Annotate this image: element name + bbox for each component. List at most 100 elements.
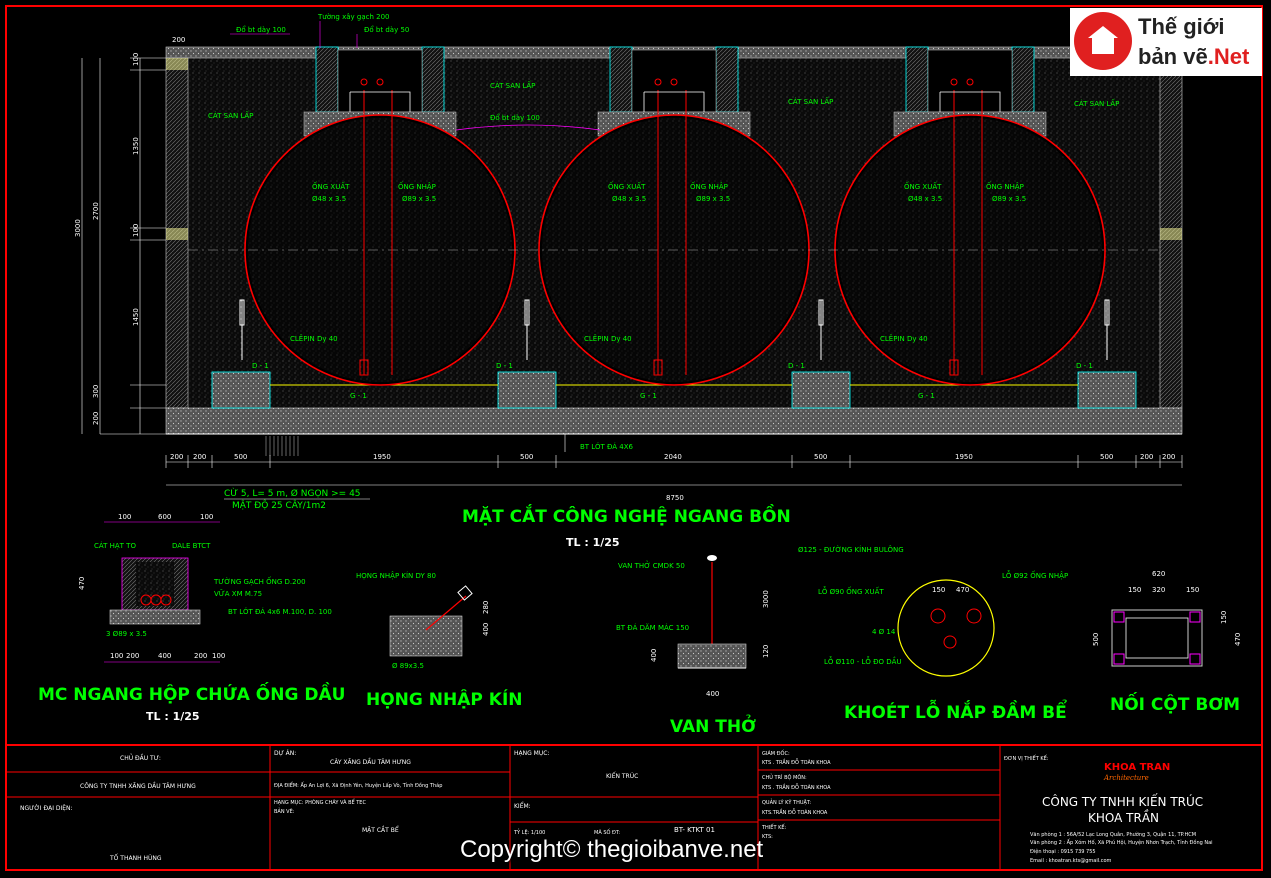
label-cat-3: CÁT SAN LẤP [788,96,833,106]
svg-text:120: 120 [762,645,770,658]
svg-text:Email : khoatran.kts@: Email : khoatran.kts@gmail.com [1030,858,1112,864]
cad-drawing-canvas[interactable]: Đổ bt dày 100 Tường xây gạch 200 Đổ bt d… [0,0,1271,878]
svg-text:Ø48 x 3.5: Ø48 x 3.5 [908,195,942,203]
svg-text:200: 200 [92,412,100,425]
svg-text:TỐ THANH HÙNG: TỐ THANH HÙNG [109,854,162,862]
svg-text:Văn phòng 2 : Ấp Xóm Hố, Xã Ph: Văn phòng 2 : Ấp Xóm Hố, Xã Phú Hội, Huy… [1030,838,1213,846]
svg-text:KHOA TRẦN: KHOA TRẦN [1088,809,1159,825]
label-cat-2: CÁT SAN LẤP [490,80,535,90]
svg-text:Ø48 x 3.5: Ø48 x 3.5 [312,195,346,203]
svg-text:1950: 1950 [373,453,391,461]
svg-text:Điện thoại : 0915 739 755: Điện thoại : 0915 739 755 [1030,848,1096,855]
svg-text:TỶ LỆ: 1/100: TỶ LỆ: 1/100 [513,828,545,836]
svg-text:200: 200 [194,652,207,660]
svg-text:3 Ø89 x 3.5: 3 Ø89 x 3.5 [106,630,147,638]
svg-text:CÁT HẠT TO: CÁT HẠT TO [94,541,136,550]
svg-text:600: 600 [158,513,171,521]
label-bt100: Đổ bt dày 100 [236,25,286,34]
svg-text:1950: 1950 [955,453,973,461]
svg-text:500: 500 [520,453,533,461]
detail-noi: 620 150 320 150 500 150 470 [1092,570,1242,667]
svg-text:CLÊPIN Dy 40: CLÊPIN Dy 40 [880,334,928,343]
detail-van: VAN THỞ CMDK 50 BT ĐÁ DĂM MÁC 150 3000 4… [616,555,770,698]
svg-text:HẠNG MỤC:: HẠNG MỤC: [514,750,549,757]
svg-text:TƯỜNG GẠCH ỐNG D.200: TƯỜNG GẠCH ỐNG D.200 [213,576,306,586]
svg-text:D - 1: D - 1 [1076,362,1093,370]
title-khoet: KHOÉT LỖ NẮP ĐẦM BỂ [844,698,1067,723]
svg-text:LỖ Ø92 ỐNG NHẬP: LỖ Ø92 ỐNG NHẬP [1002,570,1068,580]
svg-text:470: 470 [1234,633,1242,646]
main-scale: TL : 1/25 [566,536,620,549]
logo-line2: bản vẽ [1138,44,1208,69]
detail-hop: CÁT HẠT TO DALE BTCT TƯỜNG GẠCH ỐNG D.20… [78,513,332,663]
svg-text:500: 500 [814,453,827,461]
svg-text:MÃ SỐ ĐT:: MÃ SỐ ĐT: [594,828,620,836]
label-matdo: MẬT ĐỘ 25 CÂY/1m2 [232,499,326,511]
svg-text:320: 320 [1152,586,1165,594]
svg-text:KTS . TRẦN ĐỖ TOÀN KHOA: KTS . TRẦN ĐỖ TOÀN KHOA [762,783,831,791]
base-slab [165,407,1183,435]
svg-text:470: 470 [956,586,969,594]
label-cu: CỪ 5, L= 5 m, Ø NGỌN >= 45 [224,487,361,499]
logo-net: .Net [1207,44,1250,69]
svg-text:Ø89 x 3.5: Ø89 x 3.5 [402,195,436,203]
svg-text:100: 100 [200,513,213,521]
main-title: MẶT CẮT CÔNG NGHỆ NGANG BỒN [462,503,791,527]
svg-text:2700: 2700 [92,202,100,220]
svg-text:HỌNG NHẬP KÍN DY 80: HỌNG NHẬP KÍN DY 80 [356,571,436,580]
svg-text:500: 500 [234,453,247,461]
svg-text:MẶT CẮT BỂ: MẶT CẮT BỂ [362,826,399,834]
svg-text:200: 200 [170,453,183,461]
svg-text:ỐNG XUẤT: ỐNG XUẤT [904,181,942,191]
svg-text:QUẢN LÝ KỸ THUẬT:: QUẢN LÝ KỸ THUẬT: [762,798,811,806]
svg-text:3000: 3000 [762,590,770,608]
svg-text:150: 150 [932,586,945,594]
label-bt100-arc: Đổ bt dày 100 [490,113,540,122]
site-logo[interactable]: Thế giới bản vẽ.Net [1070,8,1262,76]
title-hong: HỌNG NHẬP KÍN [366,688,523,710]
svg-text:VỮA XM M.75: VỮA XM M.75 [214,589,262,598]
svg-text:4 Ø 14: 4 Ø 14 [872,628,896,636]
svg-text:CÔNG TY TNHH KIẾN TRÚC: CÔNG TY TNHH KIẾN TRÚC [1042,793,1203,809]
svg-text:300: 300 [92,385,100,398]
detail-hong: HỌNG NHẬP KÍN DY 80 Ø 89x3.5 280 400 [356,571,490,670]
svg-text:G - 1: G - 1 [918,392,935,400]
svg-text:100: 100 [132,224,140,237]
svg-text:3000: 3000 [74,219,82,237]
svg-text:D - 1: D - 1 [252,362,269,370]
svg-text:1350: 1350 [132,137,140,155]
title-hop: MC NGANG HỘP CHỨA ỐNG DẦU [38,681,345,705]
svg-text:ỐNG NHẬP: ỐNG NHẬP [398,181,436,191]
svg-text:BT LÓT ĐÁ 4x6 M.100, D. 100: BT LÓT ĐÁ 4x6 M.100, D. 100 [228,607,332,616]
main-section: Đổ bt dày 100 Tường xây gạch 200 Đổ bt d… [74,13,1183,511]
svg-text:400: 400 [158,652,171,660]
svg-text:620: 620 [1152,570,1165,578]
svg-text:100: 100 [212,652,225,660]
svg-text:NGƯỜI ĐẠI DIỆN:: NGƯỜI ĐẠI DIỆN: [20,804,73,812]
svg-text:BẢN VẼ:: BẢN VẼ: [274,807,295,815]
svg-text:400: 400 [482,623,490,636]
svg-text:GIÁM ĐỐC:: GIÁM ĐỐC: [762,749,790,757]
svg-text:KIỂM:: KIỂM: [514,802,531,810]
title-van: VAN THỞ [670,713,756,737]
svg-text:ỐNG XUẤT: ỐNG XUẤT [608,181,646,191]
svg-text:CÔNG TY TNHH XĂNG DẦU TÂM HƯNG: CÔNG TY TNHH XĂNG DẦU TÂM HƯNG [80,782,196,790]
svg-text:LỖ Ø110 - LỖ ĐO DẦU: LỖ Ø110 - LỖ ĐO DẦU [824,656,902,666]
svg-text:150: 150 [1186,586,1199,594]
svg-text:LỖ Ø90 ỐNG XUẤT: LỖ Ø90 ỐNG XUẤT [818,586,884,596]
svg-text:400: 400 [706,690,719,698]
label-btlot: BT LÓT ĐÁ 4X6 [580,442,634,451]
svg-text:ĐƠN VỊ THIẾT KẾ:: ĐƠN VỊ THIẾT KẾ: [1004,754,1049,762]
svg-text:CLÊPIN Dy 40: CLÊPIN Dy 40 [290,334,338,343]
svg-text:HẠNG MỤC: PHÒNG CHÁY VÀ BỂ TEC: HẠNG MỤC: PHÒNG CHÁY VÀ BỂ TEC [274,798,366,806]
svg-text:ĐỊA ĐIỂM: Ấp An Lợi 6, Xã Đị: ĐỊA ĐIỂM: Ấp An Lợi 6, Xã Định Yên, Huyệ… [274,781,442,789]
svg-text:G - 1: G - 1 [640,392,657,400]
svg-text:8750: 8750 [666,494,684,502]
svg-text:Ø48 x 3.5: Ø48 x 3.5 [612,195,646,203]
khoa-tran-logo: KHOA TRAN [1104,762,1170,773]
svg-text:500: 500 [1100,453,1113,461]
svg-text:KTS.TRẦN ĐỖ TOÀN KHOA: KTS.TRẦN ĐỖ TOÀN KHOA [762,808,828,816]
svg-text:BT- KTKT 01: BT- KTKT 01 [674,826,715,834]
svg-text:ỐNG NHẬP: ỐNG NHẬP [986,181,1024,191]
svg-text:CLÊPIN Dy 40: CLÊPIN Dy 40 [584,334,632,343]
